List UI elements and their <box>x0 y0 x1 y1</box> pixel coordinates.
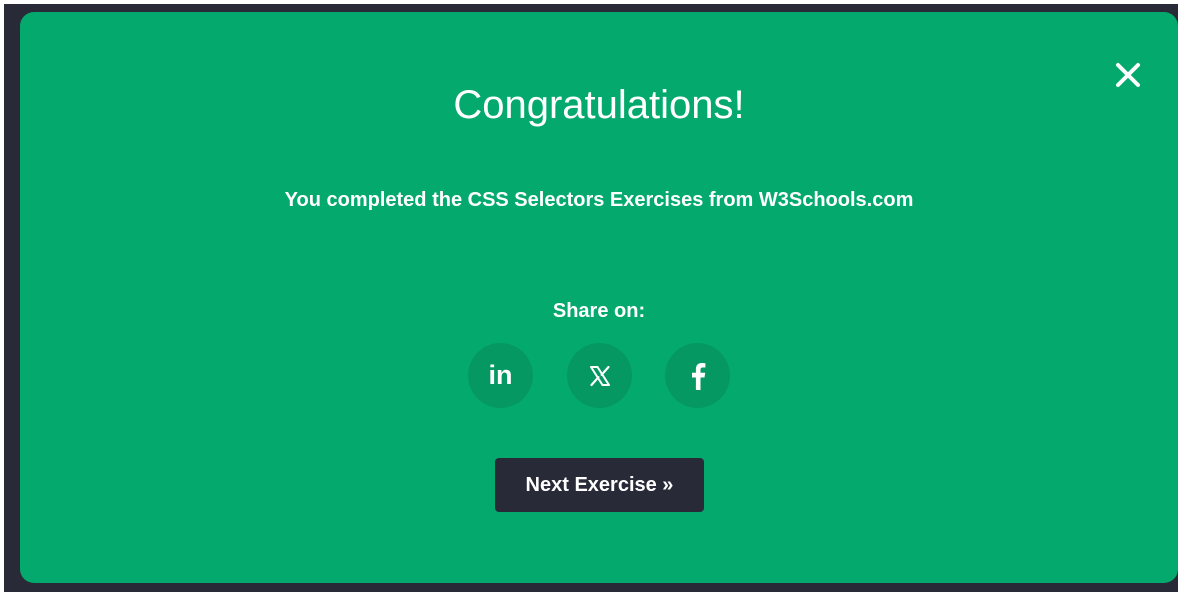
completion-message: You completed the CSS Selectors Exercise… <box>284 189 914 211</box>
share-facebook-button[interactable] <box>665 343 730 408</box>
share-linkedin-button[interactable]: in <box>468 343 533 408</box>
share-label: Share on: <box>552 300 646 322</box>
share-x-button[interactable] <box>567 343 632 408</box>
facebook-icon <box>691 362 705 390</box>
modal-title: Congratulations! <box>453 83 745 127</box>
congratulations-modal: Congratulations! You completed the CSS S… <box>20 12 1178 583</box>
next-exercise-button[interactable]: Next Exercise » <box>495 458 704 512</box>
share-buttons: in <box>468 343 732 409</box>
x-icon <box>589 365 610 386</box>
linkedin-icon: in <box>488 360 513 390</box>
